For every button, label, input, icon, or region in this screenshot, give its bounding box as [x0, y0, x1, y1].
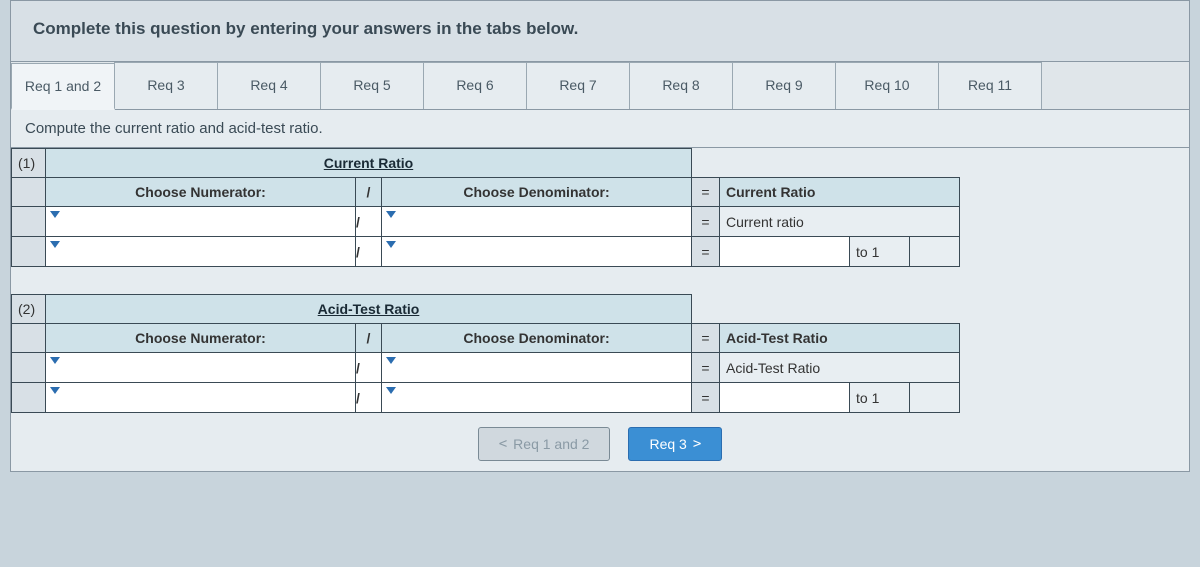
- section-1-denominator-label: Choose Denominator:: [382, 178, 692, 207]
- section-1-result-label: Current ratio: [720, 207, 960, 237]
- slash-1-3: /: [356, 237, 382, 267]
- slash-header-2: /: [356, 324, 382, 353]
- section-1-result-header: Current Ratio: [720, 178, 960, 207]
- section-2-denominator-label: Choose Denominator:: [382, 324, 692, 353]
- section-1-numerator-label: Choose Numerator:: [46, 178, 356, 207]
- tab-req-3[interactable]: Req 3: [114, 62, 218, 109]
- instruction-text: Complete this question by entering your …: [11, 1, 1189, 62]
- chevron-down-icon: [50, 357, 60, 364]
- section-1-to-1: to 1: [850, 237, 910, 267]
- subheading: Compute the current ratio and acid-test …: [11, 110, 1189, 148]
- section-2-numerator-value[interactable]: [46, 383, 356, 413]
- equals-1-2: =: [692, 207, 720, 237]
- section-1-numerator-select[interactable]: [46, 207, 356, 237]
- slash-2-3: /: [356, 383, 382, 413]
- chevron-down-icon: [50, 387, 60, 394]
- tab-req-11[interactable]: Req 11: [938, 62, 1042, 109]
- equals-2-1: =: [692, 324, 720, 353]
- next-button-label: Req 3: [649, 436, 686, 452]
- next-button[interactable]: Req 3 >: [628, 427, 722, 461]
- tab-req-1-and-2[interactable]: Req 1 and 2: [11, 63, 115, 110]
- equals-2-3: =: [692, 383, 720, 413]
- section-1-number: (1): [12, 149, 46, 178]
- chevron-down-icon: [386, 387, 396, 394]
- tab-req-6[interactable]: Req 6: [423, 62, 527, 109]
- chevron-left-icon: <: [499, 436, 507, 452]
- tabs-bar: Req 1 and 2 Req 3 Req 4 Req 5 Req 6 Req …: [11, 62, 1189, 110]
- ratio-tables: (1) Current Ratio Choose Numerator: / Ch…: [11, 148, 1189, 471]
- section-2-result-label: Acid-Test Ratio: [720, 353, 960, 383]
- section-1-numerator-value[interactable]: [46, 237, 356, 267]
- tab-req-8[interactable]: Req 8: [629, 62, 733, 109]
- chevron-right-icon: >: [693, 436, 701, 452]
- prev-button[interactable]: < Req 1 and 2: [478, 427, 611, 461]
- section-2-to-1: to 1: [850, 383, 910, 413]
- slash-2-2: /: [356, 353, 382, 383]
- section-1-title: Current Ratio: [46, 149, 692, 178]
- tab-req-4[interactable]: Req 4: [217, 62, 321, 109]
- section-1-result-input[interactable]: [720, 237, 850, 267]
- equals-1-3: =: [692, 237, 720, 267]
- equals-2-2: =: [692, 353, 720, 383]
- section-1-denominator-select[interactable]: [382, 207, 692, 237]
- chevron-down-icon: [386, 211, 396, 218]
- section-2-title: Acid-Test Ratio: [46, 295, 692, 324]
- chevron-down-icon: [386, 241, 396, 248]
- section-2-denominator-select[interactable]: [382, 353, 692, 383]
- equals-1-1: =: [692, 178, 720, 207]
- slash-header-1: /: [356, 178, 382, 207]
- section-2-result-header: Acid-Test Ratio: [720, 324, 960, 353]
- tab-req-5[interactable]: Req 5: [320, 62, 424, 109]
- section-2-numerator-select[interactable]: [46, 353, 356, 383]
- slash-1-2: /: [356, 207, 382, 237]
- tab-req-9[interactable]: Req 9: [732, 62, 836, 109]
- section-2-number: (2): [12, 295, 46, 324]
- chevron-down-icon: [50, 211, 60, 218]
- tab-req-7[interactable]: Req 7: [526, 62, 630, 109]
- chevron-down-icon: [50, 241, 60, 248]
- section-1-denominator-value[interactable]: [382, 237, 692, 267]
- section-2-denominator-value[interactable]: [382, 383, 692, 413]
- section-2-numerator-label: Choose Numerator:: [46, 324, 356, 353]
- chevron-down-icon: [386, 357, 396, 364]
- prev-button-label: Req 1 and 2: [513, 436, 589, 452]
- section-2-result-input[interactable]: [720, 383, 850, 413]
- tab-req-10[interactable]: Req 10: [835, 62, 939, 109]
